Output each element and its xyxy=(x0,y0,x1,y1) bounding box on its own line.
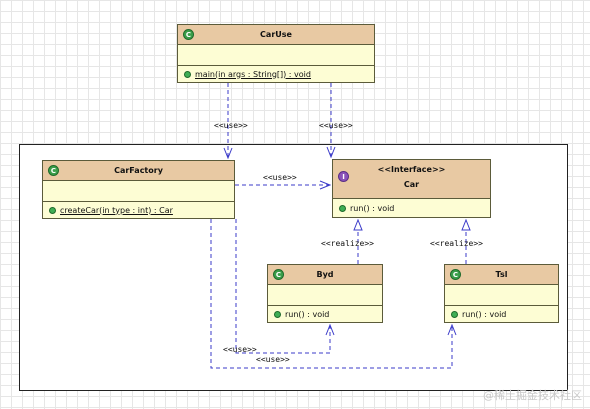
use-label-caruse-carfactory: <<use>> xyxy=(214,121,248,130)
use-label-carfactory-byd: <<use>> xyxy=(223,345,257,354)
realize-label-byd: <<realize>> xyxy=(321,239,374,248)
use-label-carfactory-car: <<use>> xyxy=(263,173,297,182)
relationship-edges xyxy=(210,83,590,369)
edge-carfactory-byd xyxy=(235,219,330,354)
watermark: @稀土掘金技术社区 xyxy=(483,389,582,402)
use-label-carfactory-tsl: <<use>> xyxy=(256,355,290,364)
use-label-caruse-car: <<use>> xyxy=(319,121,353,130)
realize-label-tsl: <<realize>> xyxy=(430,239,483,248)
